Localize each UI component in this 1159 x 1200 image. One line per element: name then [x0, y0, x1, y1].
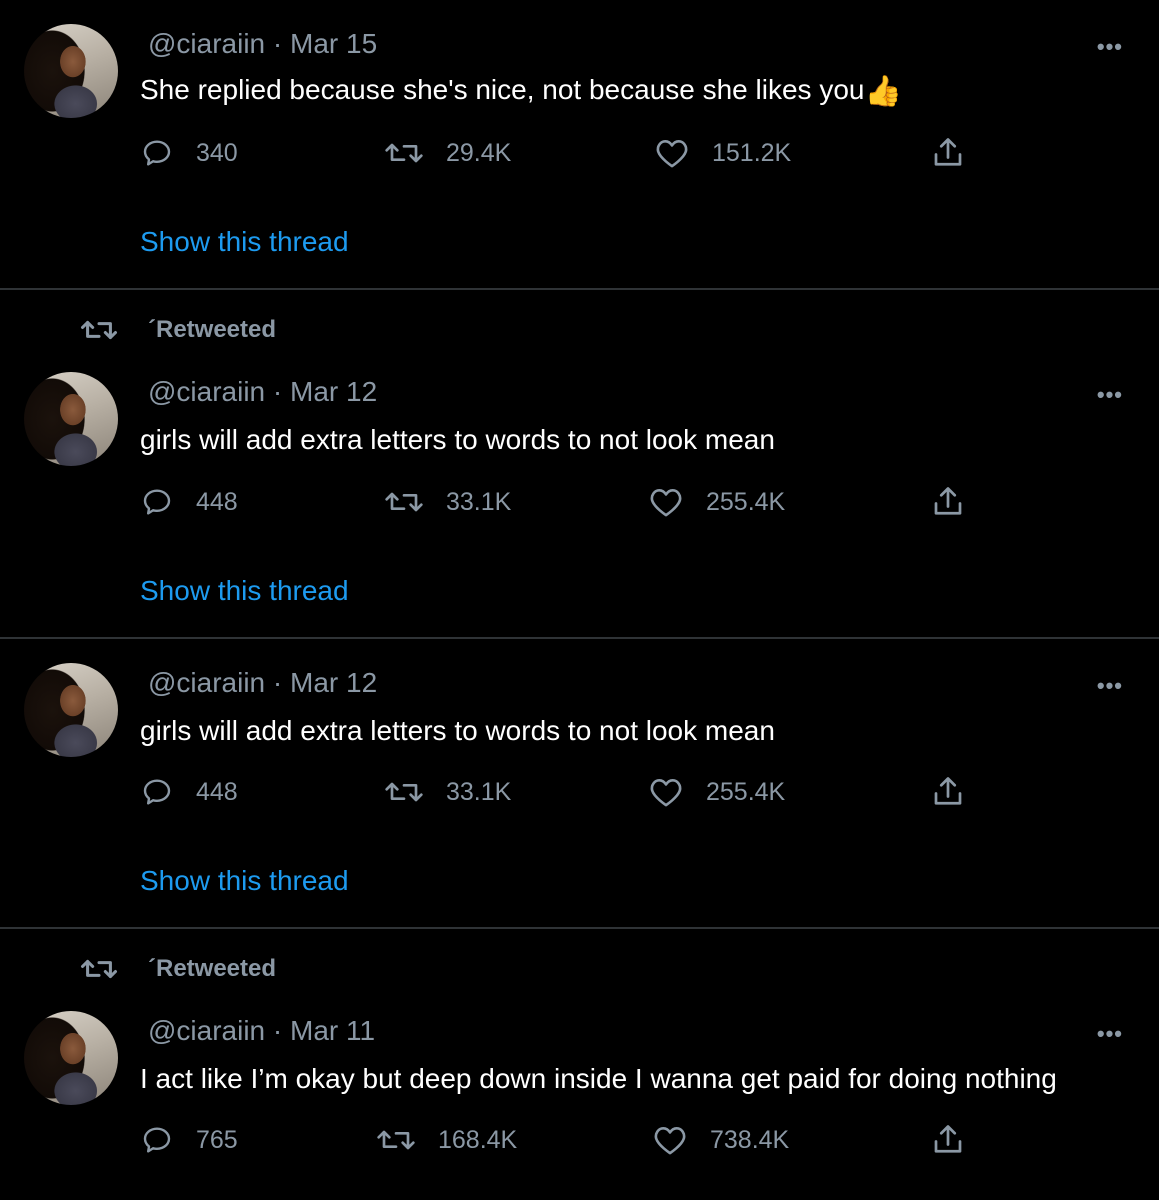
like-count: 255.4K: [706, 777, 786, 806]
reply-button[interactable]: 340: [140, 137, 238, 169]
like-count: 255.4K: [706, 487, 786, 516]
heart-icon: [656, 140, 688, 168]
share-icon: [934, 487, 962, 515]
show-thread-link[interactable]: Show this thread: [140, 865, 349, 897]
tweet[interactable]: @ciaraiin · Mar 12 ••• girls will add ex…: [0, 639, 1159, 927]
reply-icon: [143, 140, 171, 166]
retweeted-indicator: ´Retweeted: [80, 953, 276, 985]
retweet-icon: [81, 959, 117, 979]
like-button[interactable]: 255.4K: [648, 486, 785, 518]
retweet-button[interactable]: 33.1K: [384, 486, 511, 518]
tweet-text: girls will add extra letters to words to…: [140, 424, 775, 455]
share-button[interactable]: [930, 774, 966, 810]
show-thread-link[interactable]: Show this thread: [140, 226, 349, 258]
tweet-header: @ciaraiin · Mar 12: [148, 376, 377, 408]
reply-icon: [143, 489, 171, 515]
retweet-count: 29.4K: [446, 138, 512, 167]
author-handle[interactable]: @ciaraiin: [148, 28, 265, 59]
heart-icon: [654, 1127, 686, 1155]
reply-count: 340: [196, 138, 238, 167]
reply-icon: [143, 779, 171, 805]
share-icon: [934, 138, 962, 166]
retweet-icon: [385, 492, 423, 512]
separator-dot: ·: [272, 1015, 283, 1046]
like-count: 738.4K: [710, 1125, 790, 1154]
retweet-count: 33.1K: [446, 487, 512, 516]
more-options-icon[interactable]: •••: [1097, 1021, 1123, 1047]
share-button[interactable]: [930, 135, 966, 171]
author-handle[interactable]: @ciaraiin: [148, 667, 265, 698]
retweet-count: 168.4K: [438, 1125, 518, 1154]
heart-icon: [650, 779, 682, 807]
thumbs-up-emoji: 👍: [864, 75, 902, 108]
tweet-date[interactable]: Mar 12: [290, 376, 377, 407]
tweet-header: @ciaraiin · Mar 11: [148, 1015, 375, 1047]
tweet-text-body: She replied because she's nice, not beca…: [140, 74, 865, 105]
retweeted-label: ´Retweeted: [148, 316, 277, 343]
like-button[interactable]: 738.4K: [652, 1124, 789, 1156]
tweet-text: girls will add extra letters to words to…: [140, 715, 775, 746]
share-icon: [934, 1125, 962, 1153]
retweet-button[interactable]: 168.4K: [376, 1124, 517, 1156]
share-button[interactable]: [930, 484, 966, 520]
share-button[interactable]: [930, 1122, 966, 1158]
tweet-text: She replied because she's nice, not beca…: [140, 74, 902, 109]
author-handle[interactable]: @ciaraiin: [148, 376, 265, 407]
avatar[interactable]: [24, 663, 118, 757]
heart-icon: [650, 489, 682, 517]
retweeted-label: ´Retweeted: [148, 955, 277, 982]
like-button[interactable]: 151.2K: [654, 137, 791, 169]
tweet[interactable]: ´Retweeted @ciaraiin · Mar 12 ••• girls …: [0, 290, 1159, 637]
like-button[interactable]: 255.4K: [648, 776, 785, 808]
tweet-header: @ciaraiin · Mar 15: [148, 28, 377, 60]
more-options-icon[interactable]: •••: [1097, 382, 1123, 408]
reply-button[interactable]: 448: [140, 776, 238, 808]
separator-dot: ·: [272, 667, 283, 698]
separator-dot: ·: [272, 376, 283, 407]
retweeted-indicator: ´Retweeted: [80, 314, 276, 346]
retweet-button[interactable]: 33.1K: [384, 776, 511, 808]
avatar[interactable]: [24, 1011, 118, 1105]
author-handle[interactable]: @ciaraiin: [148, 1015, 265, 1046]
reply-button[interactable]: 765: [140, 1124, 238, 1156]
reply-icon: [143, 1127, 171, 1153]
more-options-icon[interactable]: •••: [1097, 673, 1123, 699]
retweet-icon: [81, 320, 117, 340]
tweet-text: I act like I’m okay but deep down inside…: [140, 1063, 1057, 1094]
tweet-date[interactable]: Mar 11: [290, 1015, 375, 1046]
retweet-button[interactable]: 29.4K: [384, 137, 511, 169]
tweet-header: @ciaraiin · Mar 12: [148, 667, 377, 699]
reply-button[interactable]: 448: [140, 486, 238, 518]
reply-count: 448: [196, 487, 238, 516]
reply-count: 765: [196, 1125, 238, 1154]
show-thread-link[interactable]: Show this thread: [140, 575, 349, 607]
tweet-date[interactable]: Mar 12: [290, 667, 377, 698]
tweet[interactable]: ´Retweeted @ciaraiin · Mar 11 ••• I act …: [0, 929, 1159, 1200]
retweet-icon: [385, 143, 423, 163]
avatar[interactable]: [24, 372, 118, 466]
retweet-icon: [377, 1130, 415, 1150]
avatar[interactable]: [24, 24, 118, 118]
share-icon: [934, 777, 962, 805]
tweet-feed: @ciaraiin · Mar 15 ••• She replied becau…: [0, 0, 1159, 1200]
reply-count: 448: [196, 777, 238, 806]
tweet-date[interactable]: Mar 15: [290, 28, 377, 59]
like-count: 151.2K: [712, 138, 792, 167]
retweet-count: 33.1K: [446, 777, 512, 806]
tweet[interactable]: @ciaraiin · Mar 15 ••• She replied becau…: [0, 0, 1159, 288]
more-options-icon[interactable]: •••: [1097, 34, 1123, 60]
retweet-icon: [385, 782, 423, 802]
separator-dot: ·: [272, 28, 283, 59]
